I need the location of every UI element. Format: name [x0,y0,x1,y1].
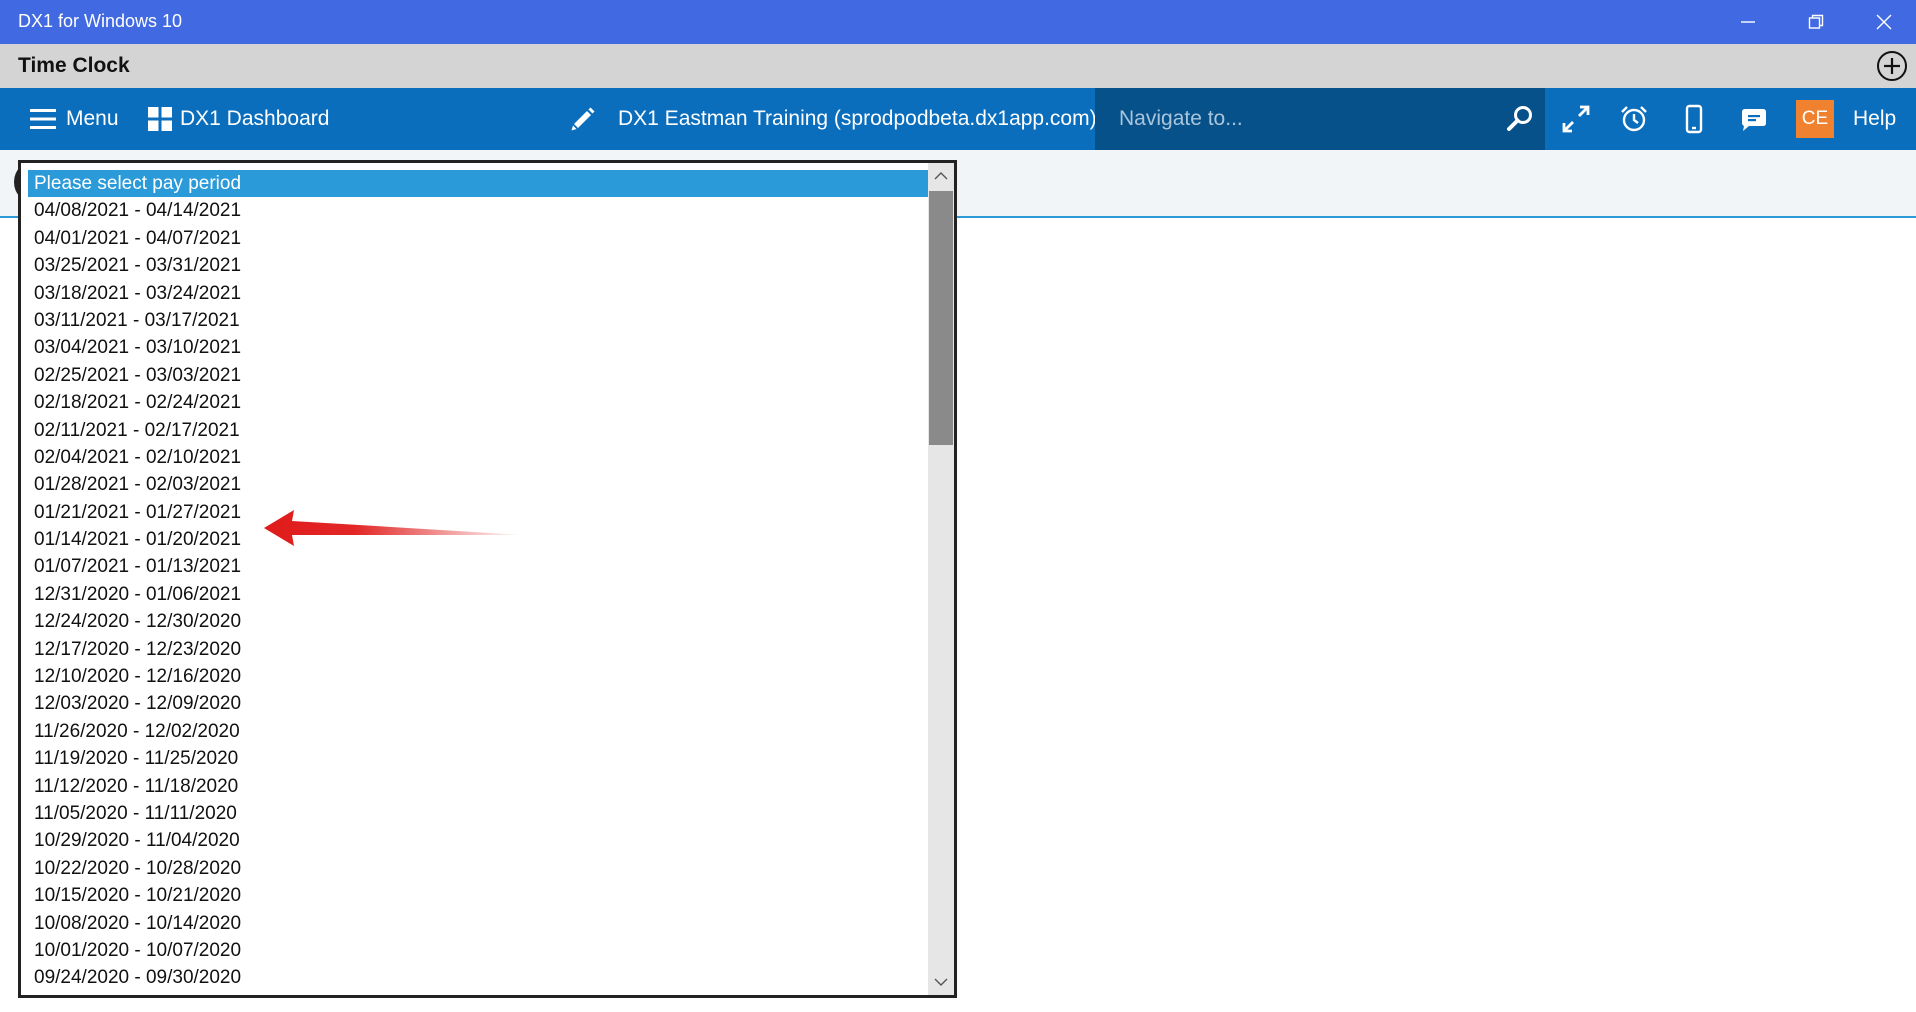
chat-button[interactable] [1726,88,1782,150]
add-circle-icon [1877,51,1907,81]
pay-period-option[interactable]: 11/05/2020 - 11/11/2020 [28,800,928,827]
pay-period-option[interactable]: 01/07/2021 - 01/13/2021 [28,553,928,580]
pay-period-option[interactable]: 02/18/2021 - 02/24/2021 [28,389,928,416]
pay-period-option[interactable]: 04/08/2021 - 04/14/2021 [28,197,928,224]
pay-period-option[interactable]: 12/10/2020 - 12/16/2020 [28,663,928,690]
alarm-button[interactable] [1606,88,1662,150]
pay-period-option[interactable]: 12/24/2020 - 12/30/2020 [28,608,928,635]
pay-period-option[interactable]: 04/01/2021 - 04/07/2021 [28,225,928,252]
pay-period-option[interactable]: 10/22/2020 - 10/28/2020 [28,855,928,882]
pay-period-option[interactable]: 10/01/2020 - 10/07/2020 [28,937,928,964]
pay-period-option[interactable]: 02/11/2021 - 02/17/2021 [28,417,928,444]
app-nav-bar: Menu DX1 Dashboard DX1 Eastman Training … [0,88,1916,150]
page-header: Time Clock [0,44,1916,88]
navigate-search [1095,88,1545,150]
pay-period-option[interactable]: 11/12/2020 - 11/18/2020 [28,773,928,800]
dashboard-grid-icon [148,107,172,131]
site-label: DX1 Eastman Training (sprodpodbeta.dx1ap… [618,107,1097,130]
help-link[interactable]: Help [1853,88,1896,150]
expand-icon [1562,105,1590,133]
pay-period-list: Please select pay period 04/08/2021 - 04/… [28,170,928,992]
dropdown-scrollbar[interactable] [928,163,954,995]
close-icon [1876,14,1892,30]
pay-period-option-selected[interactable]: Please select pay period [28,170,928,198]
close-button[interactable] [1850,0,1916,44]
dashboard-button[interactable]: DX1 Dashboard [148,88,329,150]
pay-period-option[interactable]: 12/03/2020 - 12/09/2020 [28,690,928,717]
page-title: Time Clock [18,54,130,77]
dashboard-label: DX1 Dashboard [180,107,330,130]
window-title: DX1 for Windows 10 [18,11,183,31]
chevron-down-icon [934,978,948,986]
pencil-icon [571,107,595,131]
pay-period-option[interactable]: 03/04/2021 - 03/10/2021 [28,334,928,361]
search-icon[interactable] [1505,104,1535,134]
pay-period-option[interactable]: 03/25/2021 - 03/31/2021 [28,252,928,279]
pay-period-dropdown[interactable]: Please select pay period 04/08/2021 - 04/… [18,160,957,998]
annotation-arrow-icon [264,510,524,546]
hamburger-icon [30,109,56,129]
pay-period-option[interactable]: 12/31/2020 - 01/06/2021 [28,581,928,608]
pay-period-option[interactable]: 02/04/2021 - 02/10/2021 [28,444,928,471]
scrollbar-thumb[interactable] [929,191,953,445]
pay-period-option[interactable]: 11/19/2020 - 11/25/2020 [28,745,928,772]
navigate-search-input[interactable] [1095,88,1495,150]
mobile-button[interactable] [1666,88,1722,150]
scroll-up-button[interactable] [928,163,954,189]
menu-label: Menu [66,107,119,130]
minimize-icon [1741,21,1755,23]
restore-button[interactable] [1782,0,1850,44]
pay-period-option[interactable]: 03/11/2021 - 03/17/2021 [28,307,928,334]
window-title-bar: DX1 for Windows 10 [0,0,1916,44]
scroll-down-button[interactable] [928,969,954,995]
fullscreen-button[interactable] [1548,88,1604,150]
pay-period-option[interactable]: 12/17/2020 - 12/23/2020 [28,636,928,663]
pay-period-option[interactable]: 01/28/2021 - 02/03/2021 [28,471,928,498]
menu-button[interactable]: Menu [30,88,119,150]
pay-period-option[interactable]: 10/15/2020 - 10/21/2020 [28,882,928,909]
pay-period-option[interactable]: 09/24/2020 - 09/30/2020 [28,964,928,991]
pay-period-option[interactable]: 11/26/2020 - 12/02/2020 [28,718,928,745]
restore-icon [1808,14,1824,29]
site-selector[interactable]: DX1 Eastman Training (sprodpodbeta.dx1ap… [570,88,1097,150]
minimize-button[interactable] [1714,0,1782,44]
pay-period-option[interactable]: 02/25/2021 - 03/03/2021 [28,362,928,389]
alarm-clock-icon [1621,106,1647,132]
mobile-phone-icon [1685,104,1703,134]
pay-period-option[interactable]: 03/18/2021 - 03/24/2021 [28,280,928,307]
user-avatar[interactable]: CE [1796,100,1834,138]
chat-bubble-icon [1742,109,1766,131]
add-button[interactable] [1876,50,1908,82]
pay-period-option[interactable]: 10/08/2020 - 10/14/2020 [28,910,928,937]
pay-period-option[interactable]: 10/29/2020 - 11/04/2020 [28,827,928,854]
chevron-up-icon [934,172,948,180]
